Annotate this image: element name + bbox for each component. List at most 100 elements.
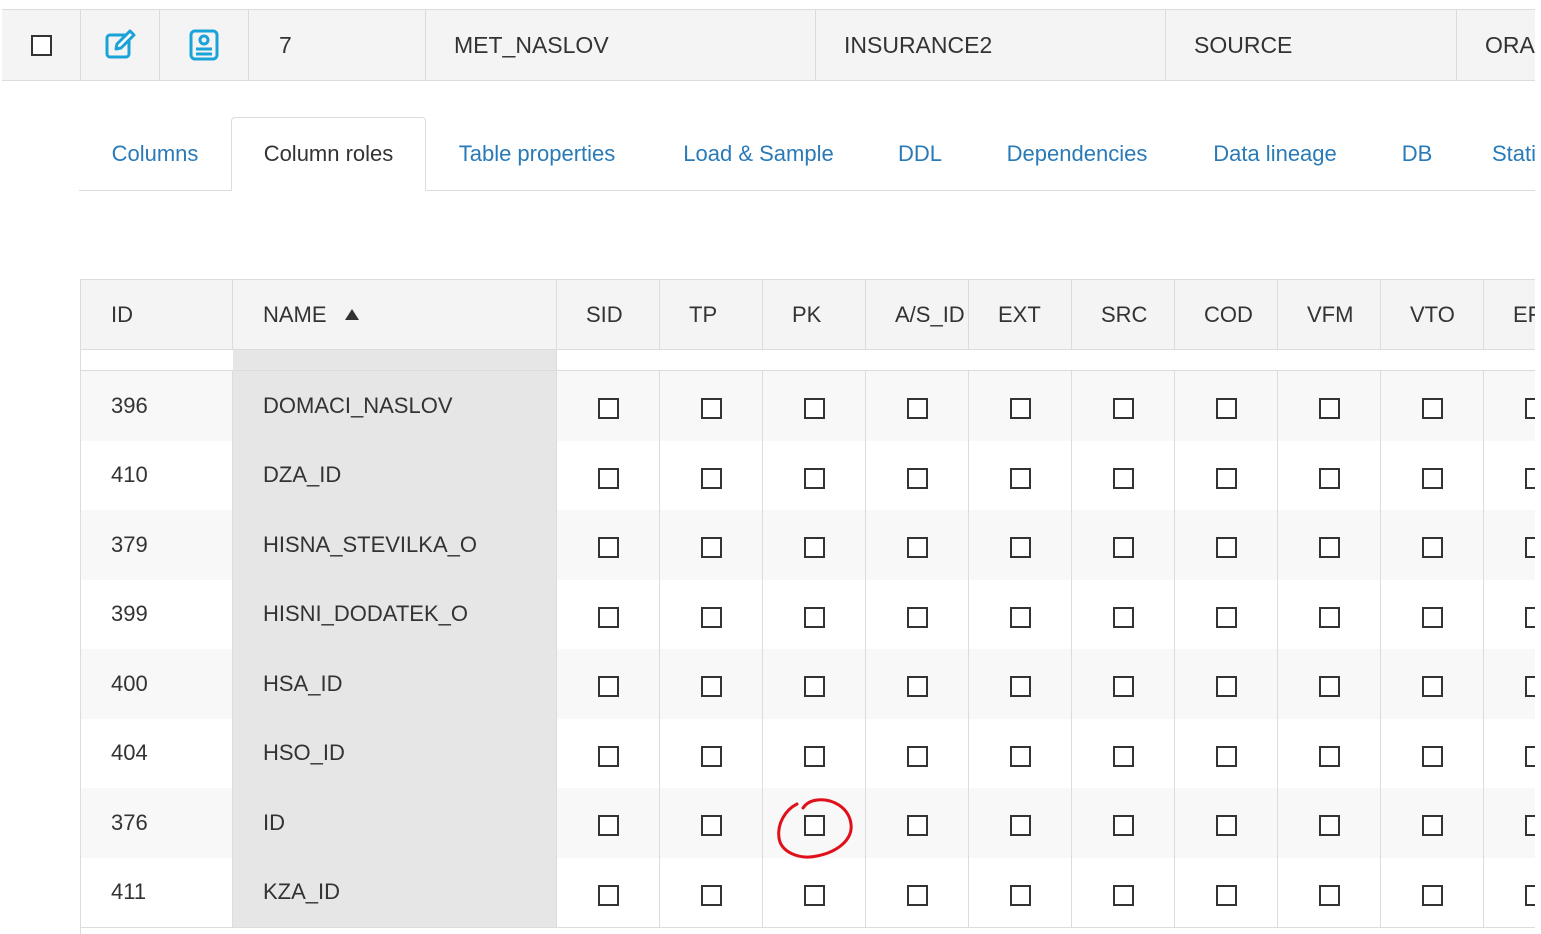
role-checkbox-ef[interactable] (1524, 467, 1535, 489)
role-checkbox-cod[interactable] (1215, 745, 1237, 767)
role-checkbox-as-id[interactable] (906, 745, 928, 767)
role-checkbox-ef[interactable] (1524, 537, 1535, 559)
tab-table-properties[interactable]: Table properties (442, 117, 632, 190)
role-checkbox-cod[interactable] (1215, 606, 1237, 628)
tab-db[interactable]: DB (1389, 117, 1445, 190)
role-checkbox-pk[interactable] (803, 398, 825, 420)
role-checkbox-ext[interactable] (1009, 398, 1031, 420)
header-tp[interactable]: TP (660, 280, 763, 349)
role-checkbox-vfm[interactable] (1318, 606, 1340, 628)
role-checkbox-tp[interactable] (700, 467, 722, 489)
tab-column-roles[interactable]: Column roles (231, 117, 426, 191)
tab-ddl[interactable]: DDL (884, 117, 956, 190)
edit-button[interactable] (81, 10, 160, 80)
role-checkbox-cod[interactable] (1215, 467, 1237, 489)
role-checkbox-vfm[interactable] (1318, 537, 1340, 559)
role-checkbox-ext[interactable] (1009, 676, 1031, 698)
role-checkbox-vto[interactable] (1421, 398, 1443, 420)
role-checkbox-sid[interactable] (597, 676, 619, 698)
role-checkbox-ef[interactable] (1524, 815, 1535, 837)
role-checkbox-src[interactable] (1112, 815, 1134, 837)
role-checkbox-vfm[interactable] (1318, 815, 1340, 837)
role-checkbox-vto[interactable] (1421, 606, 1443, 628)
role-checkbox-src[interactable] (1112, 606, 1134, 628)
header-cod[interactable]: COD (1175, 280, 1278, 349)
role-checkbox-ef[interactable] (1524, 676, 1535, 698)
role-checkbox-as-id[interactable] (906, 884, 928, 906)
role-checkbox-tp[interactable] (700, 606, 722, 628)
role-checkbox-pk[interactable] (803, 467, 825, 489)
role-checkbox-as-id[interactable] (906, 815, 928, 837)
header-src[interactable]: SRC (1072, 280, 1175, 349)
role-checkbox-ef[interactable] (1524, 398, 1535, 420)
role-checkbox-ext[interactable] (1009, 467, 1031, 489)
role-checkbox-pk[interactable] (803, 676, 825, 698)
header-as-id[interactable]: A/S_ID (866, 280, 969, 349)
role-checkbox-src[interactable] (1112, 398, 1134, 420)
tab-columns[interactable]: Columns (79, 117, 231, 190)
role-checkbox-sid[interactable] (597, 537, 619, 559)
role-checkbox-vfm[interactable] (1318, 676, 1340, 698)
role-checkbox-sid[interactable] (597, 745, 619, 767)
role-checkbox-vfm[interactable] (1318, 398, 1340, 420)
role-checkbox-vfm[interactable] (1318, 884, 1340, 906)
role-checkbox-as-id[interactable] (906, 606, 928, 628)
tab-dependencies[interactable]: Dependencies (992, 117, 1162, 190)
role-checkbox-cod[interactable] (1215, 884, 1237, 906)
role-checkbox-src[interactable] (1112, 884, 1134, 906)
record-checkbox[interactable] (30, 34, 52, 56)
tab-statistics[interactable]: Stati (1480, 117, 1535, 190)
role-checkbox-vto[interactable] (1421, 884, 1443, 906)
header-vto[interactable]: VTO (1381, 280, 1484, 349)
role-checkbox-vfm[interactable] (1318, 745, 1340, 767)
role-checkbox-tp[interactable] (700, 815, 722, 837)
role-checkbox-cod[interactable] (1215, 676, 1237, 698)
role-checkbox-vto[interactable] (1421, 537, 1443, 559)
header-ef[interactable]: EF (1484, 280, 1535, 349)
role-checkbox-cod[interactable] (1215, 398, 1237, 420)
role-checkbox-tp[interactable] (700, 884, 722, 906)
role-checkbox-sid[interactable] (597, 398, 619, 420)
role-checkbox-vto[interactable] (1421, 467, 1443, 489)
tab-data-lineage[interactable]: Data lineage (1199, 117, 1351, 190)
role-checkbox-pk[interactable] (803, 884, 825, 906)
header-id[interactable]: ID (81, 280, 233, 349)
role-checkbox-pk[interactable] (803, 745, 825, 767)
role-checkbox-vfm[interactable] (1318, 467, 1340, 489)
role-checkbox-ext[interactable] (1009, 606, 1031, 628)
tab-load-sample[interactable]: Load & Sample (666, 117, 851, 190)
header-pk[interactable]: PK (763, 280, 866, 349)
role-checkbox-ext[interactable] (1009, 745, 1031, 767)
role-checkbox-src[interactable] (1112, 676, 1134, 698)
role-checkbox-tp[interactable] (700, 676, 722, 698)
role-checkbox-tp[interactable] (700, 537, 722, 559)
details-button[interactable] (160, 10, 249, 80)
role-checkbox-as-id[interactable] (906, 398, 928, 420)
role-checkbox-src[interactable] (1112, 537, 1134, 559)
role-checkbox-as-id[interactable] (906, 467, 928, 489)
role-checkbox-vto[interactable] (1421, 676, 1443, 698)
header-sid[interactable]: SID (557, 280, 660, 349)
header-ext[interactable]: EXT (969, 280, 1072, 349)
role-checkbox-as-id[interactable] (906, 537, 928, 559)
role-checkbox-ef[interactable] (1524, 884, 1535, 906)
role-checkbox-vto[interactable] (1421, 745, 1443, 767)
role-checkbox-tp[interactable] (700, 398, 722, 420)
role-checkbox-cod[interactable] (1215, 537, 1237, 559)
header-name[interactable]: NAME (233, 280, 557, 349)
role-checkbox-sid[interactable] (597, 884, 619, 906)
role-checkbox-ef[interactable] (1524, 606, 1535, 628)
role-checkbox-pk[interactable] (803, 815, 825, 837)
role-checkbox-src[interactable] (1112, 467, 1134, 489)
role-checkbox-ef[interactable] (1524, 745, 1535, 767)
role-checkbox-vto[interactable] (1421, 815, 1443, 837)
role-checkbox-ext[interactable] (1009, 884, 1031, 906)
role-checkbox-cod[interactable] (1215, 815, 1237, 837)
role-checkbox-sid[interactable] (597, 606, 619, 628)
role-checkbox-sid[interactable] (597, 467, 619, 489)
role-checkbox-pk[interactable] (803, 606, 825, 628)
role-checkbox-as-id[interactable] (906, 676, 928, 698)
role-checkbox-pk[interactable] (803, 537, 825, 559)
role-checkbox-tp[interactable] (700, 745, 722, 767)
role-checkbox-sid[interactable] (597, 815, 619, 837)
